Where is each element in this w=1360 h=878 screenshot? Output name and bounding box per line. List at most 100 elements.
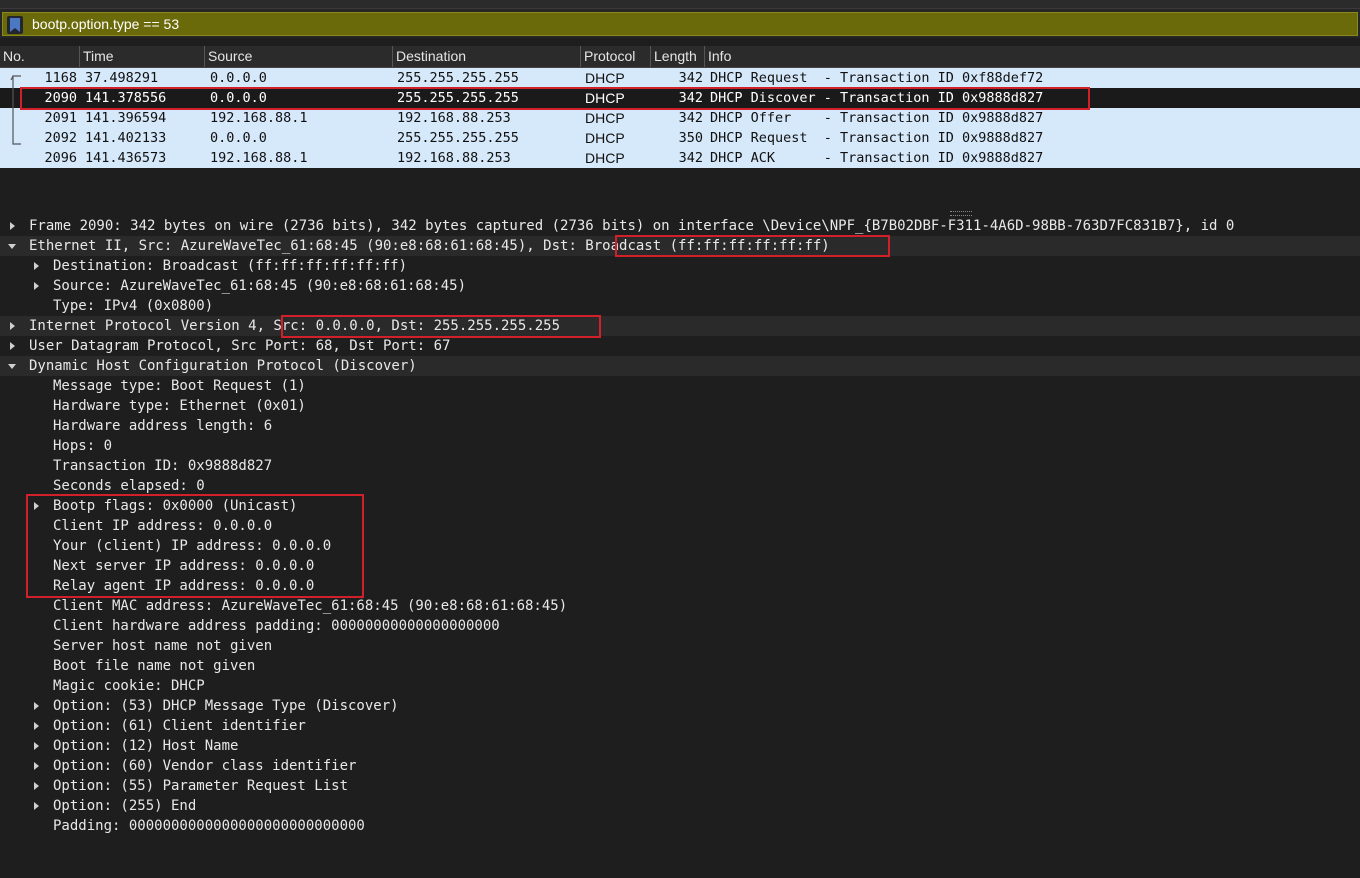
packet-time: 141.396594: [85, 110, 167, 126]
detail-tree-item[interactable]: Server host name not given: [0, 636, 1360, 656]
detail-item-text: Next server IP address: 0.0.0.0: [53, 558, 315, 574]
packet-details-pane: Frame 2090: 342 bytes on wire (2736 bits…: [0, 216, 1360, 876]
bookmark-icon[interactable]: [7, 16, 23, 34]
detail-tree-item[interactable]: Bootp flags: 0x0000 (Unicast): [0, 496, 1360, 516]
detail-tree-item[interactable]: User Datagram Protocol, Src Port: 68, Ds…: [0, 336, 1360, 356]
detail-tree-item[interactable]: Dynamic Host Configuration Protocol (Dis…: [0, 356, 1360, 376]
packet-destination: 192.168.88.253: [397, 150, 511, 166]
column-header-no[interactable]: No.: [0, 46, 80, 67]
detail-item-text: Seconds elapsed: 0: [53, 478, 205, 494]
detail-tree-item[interactable]: Your (client) IP address: 0.0.0.0: [0, 536, 1360, 556]
collapsed-arrow-icon[interactable]: [32, 256, 42, 276]
detail-tree-item[interactable]: Transaction ID: 0x9888d827: [0, 456, 1360, 476]
detail-tree-item[interactable]: Option: (12) Host Name: [0, 736, 1360, 756]
packet-list-header: No. Time Source Destination Protocol Len…: [0, 46, 1360, 68]
detail-item-text: Relay agent IP address: 0.0.0.0: [53, 578, 315, 594]
detail-tree-item[interactable]: Option: (53) DHCP Message Type (Discover…: [0, 696, 1360, 716]
conversation-bracket-icon: [10, 75, 21, 145]
column-header-time[interactable]: Time: [80, 46, 205, 67]
detail-tree-item[interactable]: Padding: 0000000000000000000000000000: [0, 816, 1360, 836]
detail-tree-item[interactable]: Boot file name not given: [0, 656, 1360, 676]
packet-destination: 255.255.255.255: [397, 70, 519, 86]
packet-protocol: DHCP: [585, 130, 625, 146]
detail-tree-item[interactable]: Seconds elapsed: 0: [0, 476, 1360, 496]
column-header-length[interactable]: Length: [651, 46, 705, 67]
detail-item-text: Frame 2090: 342 bytes on wire (2736 bits…: [29, 218, 1235, 234]
column-header-info[interactable]: Info: [705, 46, 1360, 67]
packet-info: DHCP Discover - Transaction ID 0x9888d82…: [710, 90, 1044, 106]
packet-source: 192.168.88.1: [210, 110, 308, 126]
detail-tree-item[interactable]: Source: AzureWaveTec_61:68:45 (90:e8:68:…: [0, 276, 1360, 296]
packet-length: 342: [678, 150, 703, 166]
column-header-source[interactable]: Source: [205, 46, 393, 67]
collapsed-arrow-icon[interactable]: [8, 316, 18, 336]
detail-tree-item[interactable]: Ethernet II, Src: AzureWaveTec_61:68:45 …: [0, 236, 1360, 256]
detail-item-text: Option: (255) End: [53, 798, 197, 814]
collapsed-arrow-icon[interactable]: [32, 776, 42, 796]
detail-item-text: Boot file name not given: [53, 658, 256, 674]
detail-tree-item[interactable]: Client hardware address padding: 0000000…: [0, 616, 1360, 636]
packet-time: 37.498291: [85, 70, 159, 86]
packet-row[interactable]: 1168 37.498291 0.0.0.0 255.255.255.255 DHCP 3…: [0, 68, 1360, 88]
detail-item-text: Ethernet II, Src: AzureWaveTec_61:68:45 …: [29, 238, 830, 254]
detail-item-text: Hardware address length: 6: [53, 418, 273, 434]
detail-tree-item[interactable]: Message type: Boot Request (1): [0, 376, 1360, 396]
expanded-arrow-icon[interactable]: [8, 236, 18, 256]
packet-row-selected[interactable]: 2090 141.378556 0.0.0.0 255.255.255.255 DHCP…: [0, 88, 1360, 108]
collapsed-arrow-icon[interactable]: [32, 716, 42, 736]
column-header-protocol[interactable]: Protocol: [581, 46, 651, 67]
packet-length: 350: [678, 130, 703, 146]
detail-tree-item[interactable]: Hops: 0: [0, 436, 1360, 456]
display-filter-text: bootp.option.type == 53: [32, 16, 180, 32]
packet-protocol: DHCP: [585, 90, 625, 106]
collapsed-arrow-icon[interactable]: [32, 796, 42, 816]
detail-tree-item[interactable]: Option: (255) End: [0, 796, 1360, 816]
detail-item-text: Hops: 0: [53, 438, 113, 454]
packet-destination: 255.255.255.255: [397, 130, 519, 146]
packet-source: 0.0.0.0: [210, 90, 267, 106]
detail-item-text: Your (client) IP address: 0.0.0.0: [53, 538, 332, 554]
detail-tree-item[interactable]: Hardware address length: 6: [0, 416, 1360, 436]
packet-row[interactable]: 2096 141.436573 192.168.88.1 192.168.88.253…: [0, 148, 1360, 168]
collapsed-arrow-icon[interactable]: [32, 756, 42, 776]
collapsed-arrow-icon[interactable]: [8, 336, 18, 356]
detail-tree-item[interactable]: Magic cookie: DHCP: [0, 676, 1360, 696]
packet-list-empty-area: [0, 168, 1360, 208]
packet-source: 0.0.0.0: [210, 70, 267, 86]
packet-row[interactable]: 2092 141.402133 0.0.0.0 255.255.255.255 DHCP…: [0, 128, 1360, 148]
packet-source: 192.168.88.1: [210, 150, 308, 166]
packet-row[interactable]: 2091 141.396594 192.168.88.1 192.168.88.253…: [0, 108, 1360, 128]
detail-tree-item[interactable]: Internet Protocol Version 4, Src: 0.0.0.…: [0, 316, 1360, 336]
detail-tree-item[interactable]: Type: IPv4 (0x0800): [0, 296, 1360, 316]
detail-item-text: Type: IPv4 (0x0800): [53, 298, 214, 314]
expanded-arrow-icon[interactable]: [8, 356, 18, 376]
packet-time: 141.402133: [85, 130, 167, 146]
collapsed-arrow-icon[interactable]: [32, 276, 42, 296]
display-filter-input[interactable]: bootp.option.type == 53: [2, 12, 1358, 36]
packet-destination: 255.255.255.255: [397, 90, 519, 106]
collapsed-arrow-icon[interactable]: [32, 496, 42, 516]
detail-tree-item[interactable]: Option: (55) Parameter Request List: [0, 776, 1360, 796]
collapsed-arrow-icon[interactable]: [8, 216, 18, 236]
collapsed-arrow-icon[interactable]: [32, 736, 42, 756]
detail-tree-item[interactable]: Frame 2090: 342 bytes on wire (2736 bits…: [0, 216, 1360, 236]
detail-tree-item[interactable]: Destination: Broadcast (ff:ff:ff:ff:ff:f…: [0, 256, 1360, 276]
packet-info: DHCP Offer - Transaction ID 0x9888d827: [710, 110, 1044, 126]
packet-info: DHCP Request - Transaction ID 0xf88def72: [710, 70, 1044, 86]
detail-tree-item[interactable]: Next server IP address: 0.0.0.0: [0, 556, 1360, 576]
collapsed-arrow-icon[interactable]: [32, 696, 42, 716]
packet-time: 141.378556: [85, 90, 167, 106]
packet-length: 342: [678, 90, 703, 106]
detail-tree-item[interactable]: Client MAC address: AzureWaveTec_61:68:4…: [0, 596, 1360, 616]
detail-tree-item[interactable]: Client IP address: 0.0.0.0: [0, 516, 1360, 536]
column-header-destination[interactable]: Destination: [393, 46, 581, 67]
packet-length: 342: [678, 70, 703, 86]
detail-item-text: Transaction ID: 0x9888d827: [53, 458, 273, 474]
detail-tree-item[interactable]: Hardware type: Ethernet (0x01): [0, 396, 1360, 416]
detail-tree-item[interactable]: Relay agent IP address: 0.0.0.0: [0, 576, 1360, 596]
detail-item-text: Hardware type: Ethernet (0x01): [53, 398, 306, 414]
display-filter-bar: bootp.option.type == 53: [0, 9, 1360, 38]
detail-tree-item[interactable]: Option: (61) Client identifier: [0, 716, 1360, 736]
detail-item-text: Internet Protocol Version 4, Src: 0.0.0.…: [29, 318, 561, 334]
detail-tree-item[interactable]: Option: (60) Vendor class identifier: [0, 756, 1360, 776]
